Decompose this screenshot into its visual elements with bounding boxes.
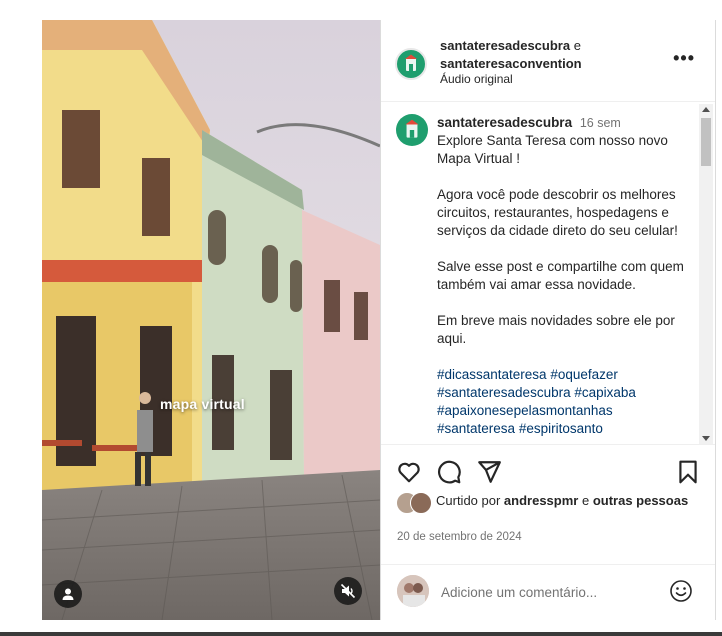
- send-icon[interactable]: [476, 459, 502, 485]
- post-video[interactable]: mapa virtual: [42, 20, 380, 620]
- santa-teresa-logo-icon: [405, 119, 419, 138]
- post-authors: santateresadescubra e santateresaconvent…: [440, 37, 582, 73]
- video-overlay-caption: mapa virtual: [160, 396, 245, 412]
- bookmark-icon[interactable]: [675, 459, 701, 485]
- caption-scroll-area[interactable]: santateresadescubra 16 sem Explore Santa…: [381, 102, 715, 444]
- other-likers-link[interactable]: outras pessoas: [593, 493, 688, 508]
- more-horizontal-icon: •••: [673, 48, 695, 68]
- caption-scrollbar[interactable]: [699, 104, 713, 444]
- liker-avatars: [396, 492, 434, 514]
- liker-username-link[interactable]: andresspmr: [504, 493, 578, 508]
- comment-input[interactable]: [439, 579, 663, 605]
- scroll-up-arrow-icon[interactable]: [702, 107, 710, 112]
- user-photo-icon: [397, 575, 429, 607]
- post-date[interactable]: 20 de setembro de 2024: [397, 531, 522, 543]
- caption-paragraph: Em breve mais novidades sobre ele por aq…: [437, 313, 675, 346]
- caption-timestamp[interactable]: 16 sem: [580, 116, 621, 130]
- scroll-down-arrow-icon[interactable]: [702, 436, 710, 441]
- hashtag-link[interactable]: #capixaba: [574, 385, 636, 400]
- mute-toggle-button[interactable]: [334, 577, 362, 605]
- tagged-users-button[interactable]: [54, 580, 82, 608]
- hashtag-link[interactable]: #apaixonesepelasmontanhas: [437, 403, 613, 418]
- hashtag-link[interactable]: #santateresa: [437, 421, 515, 436]
- caption-paragraph: Explore Santa Teresa com nosso novo Mapa…: [437, 133, 668, 166]
- audio-label[interactable]: Áudio original: [440, 72, 513, 86]
- likes-conjunction: e: [578, 493, 593, 508]
- caption-paragraph: Salve esse post e compartilhe com quem t…: [437, 259, 684, 292]
- hashtag-link[interactable]: #santateresadescubra: [437, 385, 571, 400]
- post-header: santateresadescubra e santateresaconvent…: [381, 20, 715, 102]
- caption-text: santateresadescubra 16 sem Explore Santa…: [437, 114, 699, 438]
- caption-paragraph: Agora você pode descobrir os melhores ci…: [437, 187, 678, 238]
- likes-prefix: Curtido por: [436, 493, 504, 508]
- speaker-muted-icon: [340, 583, 356, 599]
- more-options-button[interactable]: •••: [673, 49, 695, 67]
- hashtag-link[interactable]: #dicassantateresa: [437, 367, 547, 382]
- authors-conjunction: e: [573, 38, 581, 53]
- scrollbar-thumb[interactable]: [701, 118, 711, 166]
- emoji-smile-icon[interactable]: [669, 579, 693, 603]
- current-user-avatar: [397, 575, 429, 607]
- comment-icon[interactable]: [436, 459, 462, 485]
- hashtag-link[interactable]: #oquefazer: [550, 367, 618, 382]
- street-scene-image: [42, 20, 380, 620]
- hashtag-link[interactable]: #espiritosanto: [519, 421, 603, 436]
- likes-text: Curtido por andresspmr e outras pessoas: [436, 492, 698, 514]
- post-action-bar: [381, 444, 715, 496]
- santa-teresa-logo-icon: [405, 54, 417, 71]
- hashtag-list: #dicassantateresa #oquefazer #santateres…: [437, 366, 699, 438]
- comment-composer: [381, 564, 715, 620]
- caption-username[interactable]: santateresadescubra: [437, 115, 572, 130]
- likes-summary: Curtido por andresspmr e outras pessoas: [396, 492, 698, 514]
- author-primary-link[interactable]: santateresadescubra: [440, 38, 570, 53]
- author-secondary-link[interactable]: santateresaconvention: [440, 56, 582, 71]
- window-bottom-edge: [0, 632, 722, 636]
- liker-avatar: [410, 492, 432, 514]
- author-avatar[interactable]: [395, 48, 427, 80]
- user-tag-icon: [62, 588, 74, 600]
- caption-author-avatar[interactable]: [396, 114, 428, 146]
- post-side-panel: santateresadescubra e santateresaconvent…: [380, 20, 716, 620]
- heart-icon[interactable]: [396, 459, 422, 485]
